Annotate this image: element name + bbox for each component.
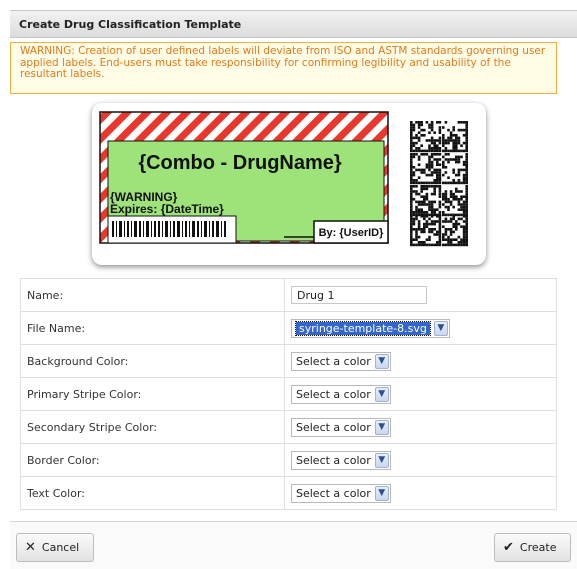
form-row-secondary-stripe-color: Secondary Stripe Color: Select a color ▼ xyxy=(20,410,557,444)
template-form: Name: File Name: syringe-template-8.svg … xyxy=(20,278,557,510)
secondary-stripe-color-label: Secondary Stripe Color: xyxy=(20,410,285,444)
user-id-text: By: {UserID} xyxy=(319,227,385,239)
chevron-down-icon[interactable]: ▼ xyxy=(374,419,389,435)
chevron-down-icon[interactable]: ▼ xyxy=(374,452,389,468)
form-row-text-color: Text Color: Select a color ▼ xyxy=(20,476,557,510)
cancel-button[interactable]: ✕ Cancel xyxy=(16,533,94,562)
label-preview: {Combo - DrugName} {WARNING} Expires: {D… xyxy=(92,103,486,265)
dialog-footer: ✕ Cancel ✔ Create xyxy=(10,521,577,569)
form-row-background-color: Background Color: Select a color ▼ xyxy=(20,344,557,378)
label-preview-graphic: {Combo - DrugName} {WARNING} Expires: {D… xyxy=(99,111,468,247)
form-row-file-name: File Name: syringe-template-8.svg ▼ xyxy=(20,311,557,345)
chevron-down-icon[interactable]: ▼ xyxy=(433,320,448,336)
chevron-down-icon[interactable]: ▼ xyxy=(374,485,389,501)
name-label: Name: xyxy=(20,278,285,312)
create-template-dialog: Create Drug Classification Template WARN… xyxy=(0,0,577,569)
expires-text: Expires: {DateTime} xyxy=(110,202,224,216)
border-color-select[interactable]: Select a color ▼ xyxy=(291,450,391,470)
file-name-label: File Name: xyxy=(20,311,285,345)
primary-stripe-color-label: Primary Stripe Color: xyxy=(20,377,285,411)
border-color-label: Border Color: xyxy=(20,443,285,477)
secondary-stripe-color-value: Select a color xyxy=(296,420,371,434)
dialog-title: Create Drug Classification Template xyxy=(10,10,577,38)
name-input[interactable] xyxy=(291,286,427,304)
text-color-select[interactable]: Select a color ▼ xyxy=(291,483,391,503)
text-color-label: Text Color: xyxy=(20,476,285,510)
text-color-value: Select a color xyxy=(296,486,371,500)
chevron-down-icon[interactable]: ▼ xyxy=(374,353,389,369)
chevron-down-icon[interactable]: ▼ xyxy=(374,386,389,402)
secondary-stripe-color-select[interactable]: Select a color ▼ xyxy=(291,417,391,437)
create-button[interactable]: ✔ Create xyxy=(494,533,571,562)
check-icon: ✔ xyxy=(503,540,514,555)
background-color-label: Background Color: xyxy=(20,344,285,378)
create-button-label: Create xyxy=(519,541,557,554)
primary-stripe-color-select[interactable]: Select a color ▼ xyxy=(291,384,391,404)
drug-name-text: {Combo - DrugName} xyxy=(138,152,342,174)
warning-message: WARNING: Creation of user defined labels… xyxy=(10,42,557,94)
file-name-select[interactable]: syringe-template-8.svg ▼ xyxy=(291,318,450,338)
primary-stripe-color-value: Select a color xyxy=(296,387,371,401)
cancel-button-label: Cancel xyxy=(41,541,80,554)
x-icon: ✕ xyxy=(25,540,36,555)
form-row-name: Name: xyxy=(20,278,557,312)
border-color-value: Select a color xyxy=(296,453,371,467)
form-row-border-color: Border Color: Select a color ▼ xyxy=(20,443,557,477)
background-color-value: Select a color xyxy=(296,354,371,368)
file-name-value: syringe-template-8.svg xyxy=(295,320,431,336)
background-color-select[interactable]: Select a color ▼ xyxy=(291,351,391,371)
form-row-primary-stripe-color: Primary Stripe Color: Select a color ▼ xyxy=(20,377,557,411)
data-matrix-codes xyxy=(410,121,468,247)
